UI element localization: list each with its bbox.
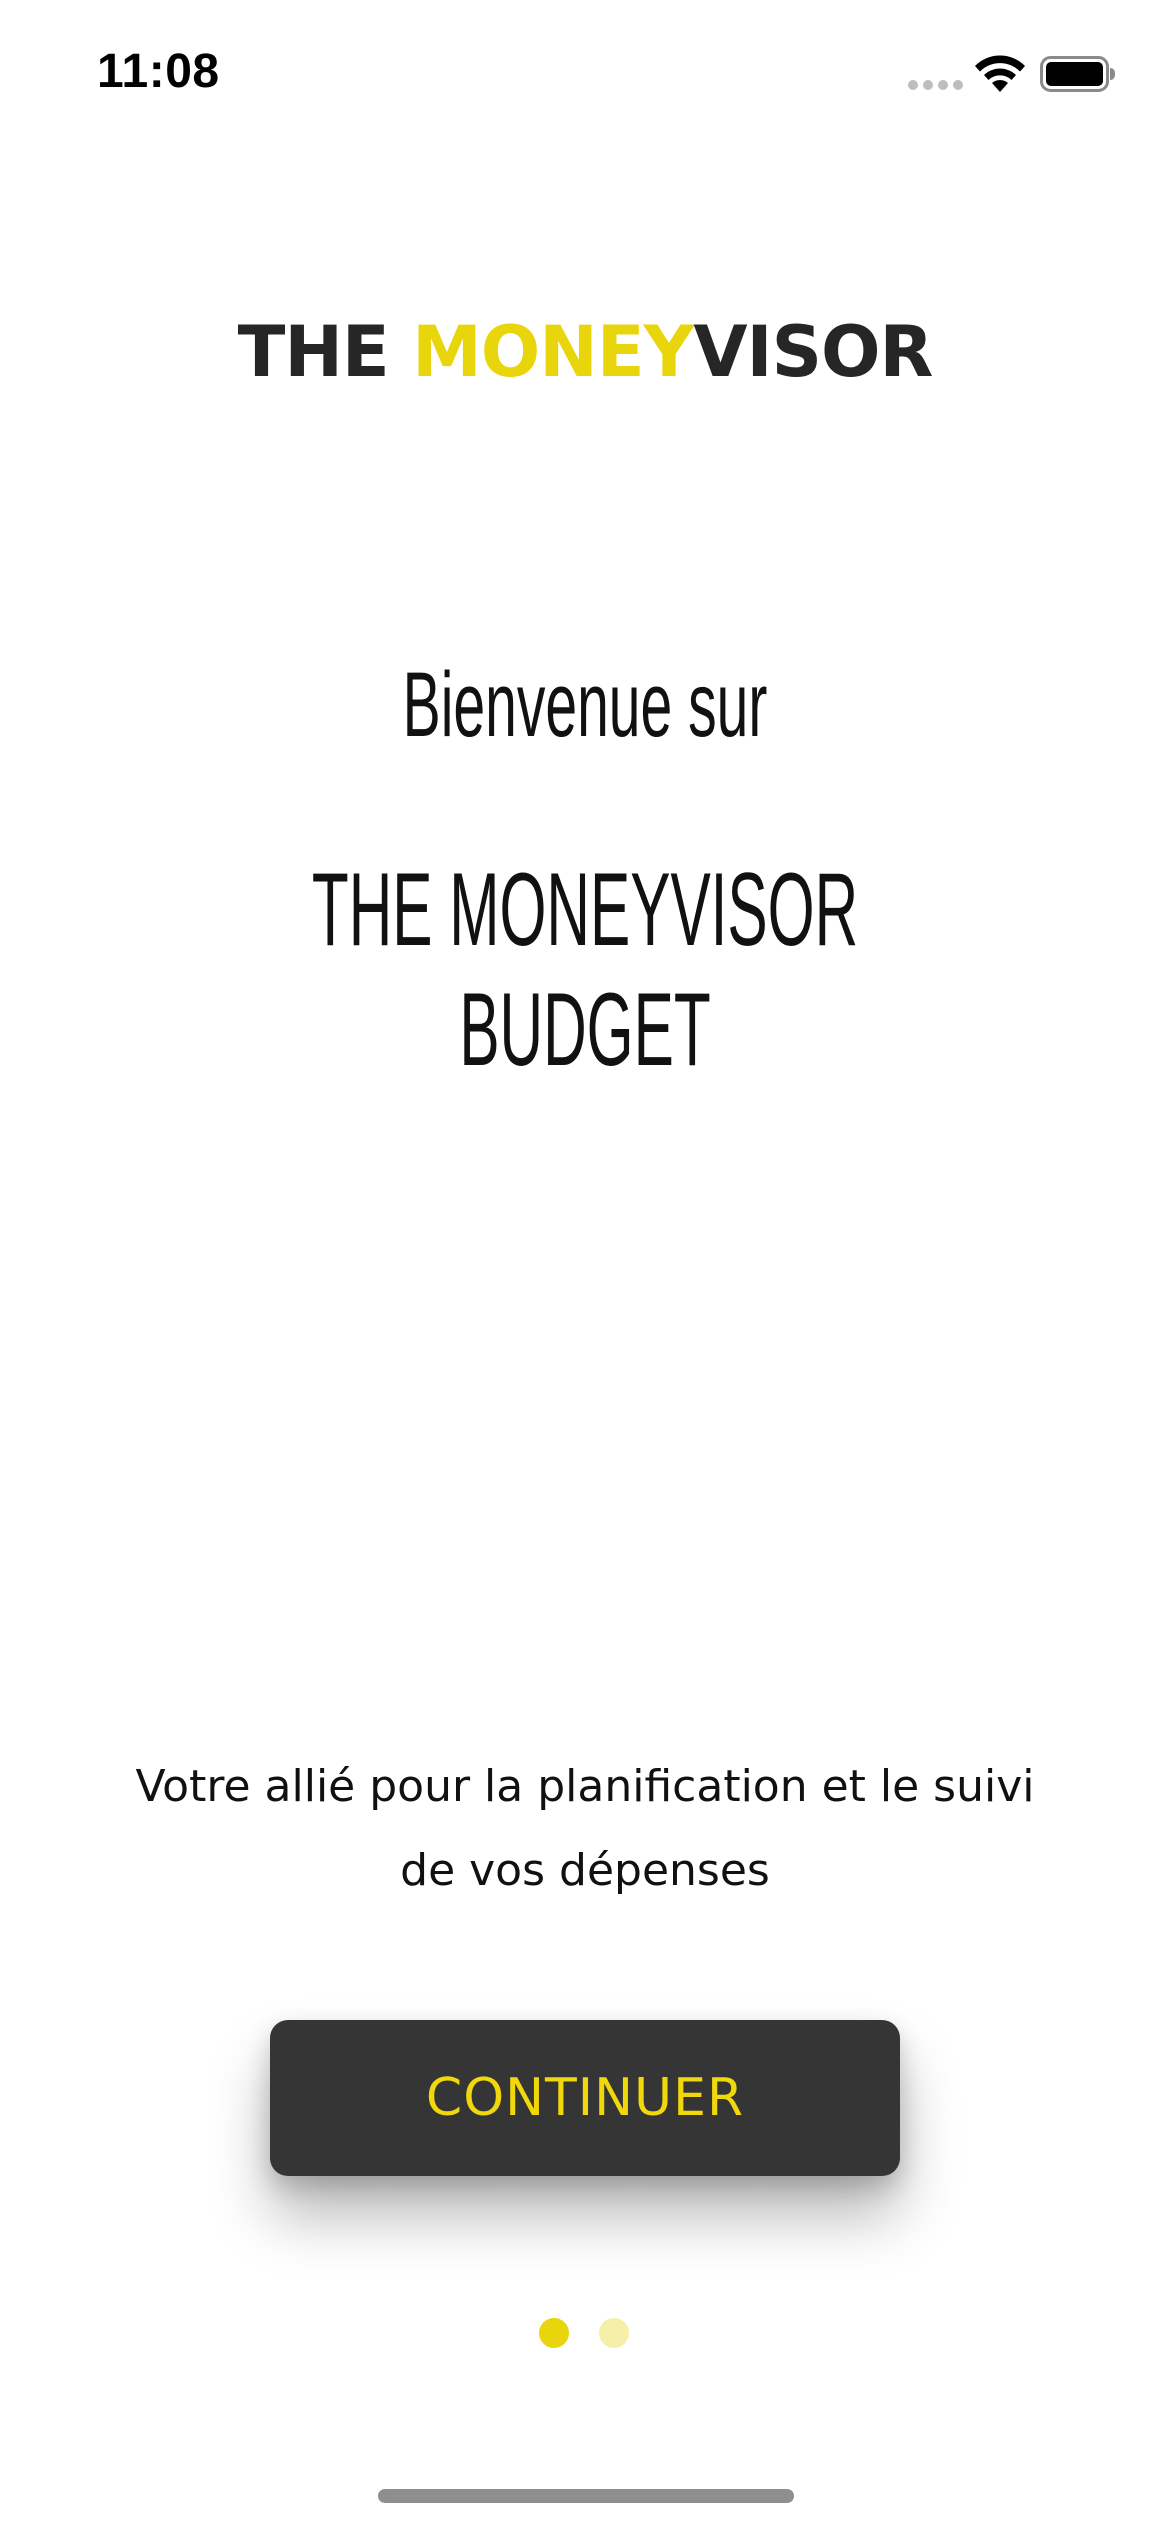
continue-button[interactable]: CONTINUER — [270, 2020, 900, 2176]
app-logo: THE MONEYVISOR — [0, 312, 1170, 392]
wifi-icon — [975, 55, 1025, 92]
tagline-text: Votre allié pour la planification et le … — [135, 1761, 1035, 1896]
signal-icon — [908, 80, 964, 92]
status-time: 11:08 — [97, 45, 220, 98]
battery-icon — [1040, 56, 1115, 92]
page-dot-inactive[interactable] — [599, 2318, 629, 2348]
continue-button-label: CONTINUER — [425, 2068, 745, 2128]
app-name-heading: THE MONEYVISOR BUDGET — [311, 852, 859, 1088]
logo-text-money: MONEY — [412, 311, 694, 393]
status-bar: 11:08 — [0, 0, 1170, 150]
page-dot-active[interactable] — [539, 2318, 569, 2348]
home-indicator[interactable] — [378, 2489, 794, 2503]
welcome-heading: Bienvenue sur — [402, 654, 768, 756]
logo-text-visor: VISOR — [693, 311, 933, 393]
logo-text-the: THE — [237, 311, 413, 393]
page-indicator — [539, 2318, 631, 2350]
